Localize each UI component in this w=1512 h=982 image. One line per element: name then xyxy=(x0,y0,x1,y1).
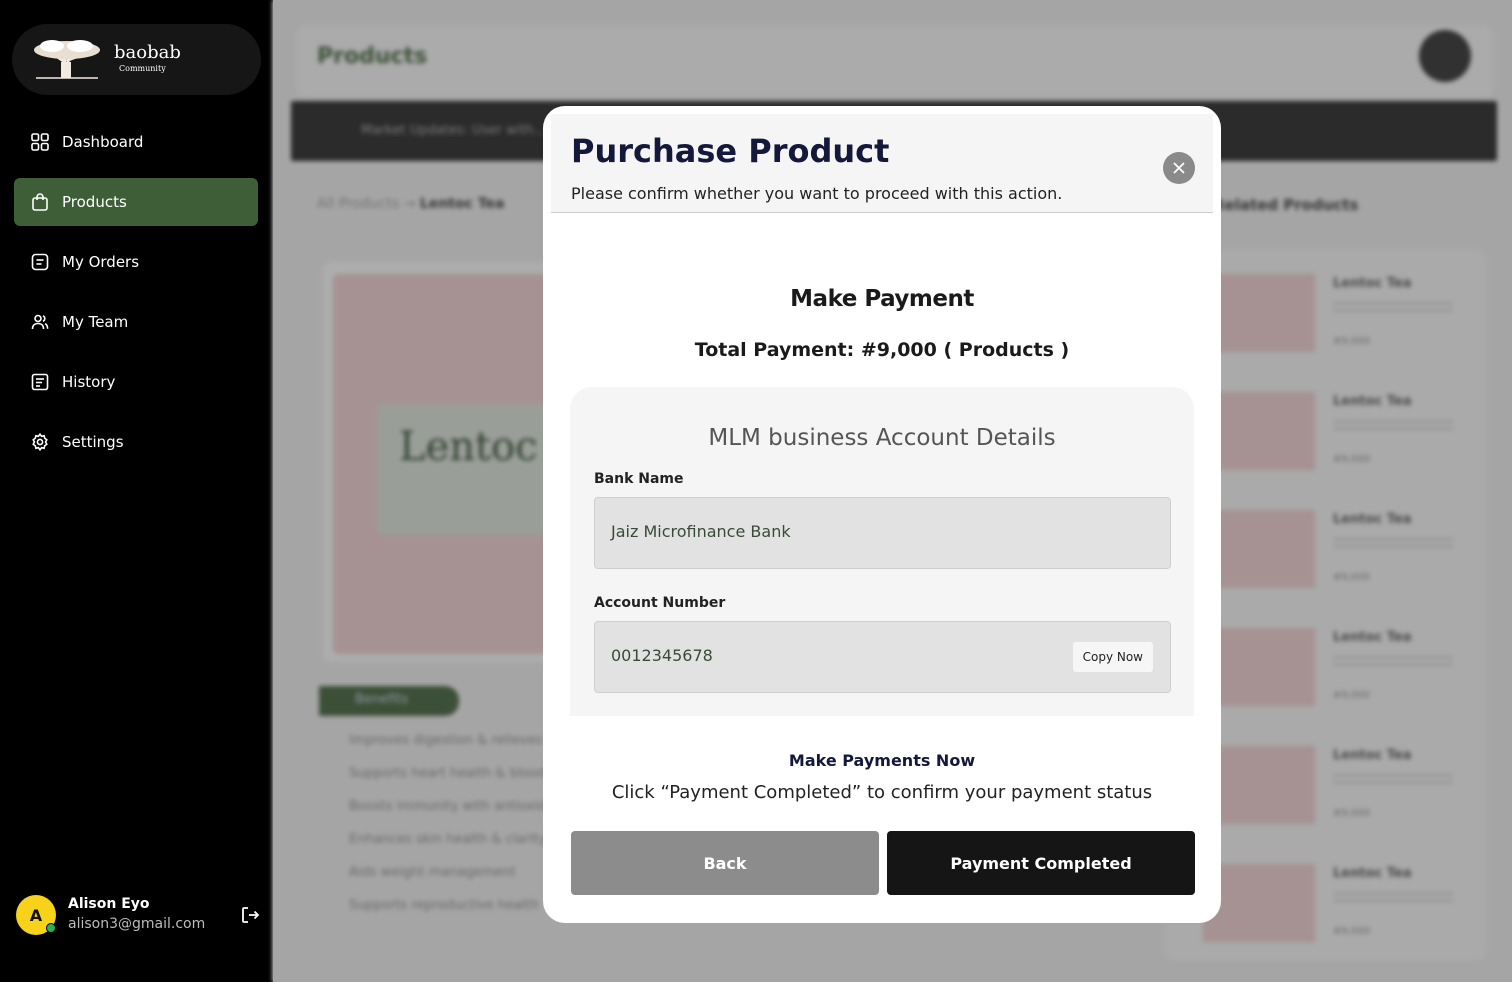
orders-icon xyxy=(30,252,50,272)
bank-name-label: Bank Name xyxy=(594,471,684,487)
sidebar-item-my-orders[interactable]: My Orders xyxy=(14,238,258,286)
account-details-title: MLM business Account Details xyxy=(708,425,1056,451)
payment-instructions: Click “Payment Completed” to confirm you… xyxy=(611,782,1153,803)
make-payments-now-label: Make Payments Now xyxy=(788,751,976,770)
close-button[interactable] xyxy=(1163,152,1195,184)
logout-icon[interactable] xyxy=(240,905,260,929)
sidebar-item-products[interactable]: Products xyxy=(14,178,258,226)
sidebar-item-settings[interactable]: Settings xyxy=(14,418,258,466)
baobab-tree-icon xyxy=(34,40,100,79)
account-number-label: Account Number xyxy=(594,595,726,611)
back-button[interactable]: Back xyxy=(571,831,879,895)
gear-icon xyxy=(30,432,50,452)
history-icon xyxy=(30,372,50,392)
sidebar-item-label: My Team xyxy=(62,313,129,331)
copy-now-button[interactable]: Copy Now xyxy=(1072,642,1153,672)
total-payment: Total Payment: #9,000 ( Products ) xyxy=(694,339,1070,361)
sidebar-item-my-team[interactable]: My Team xyxy=(14,298,258,346)
team-icon xyxy=(30,312,50,332)
grid-icon xyxy=(30,132,50,152)
user-name: Alison Eyo xyxy=(68,896,150,912)
purchase-modal: Purchase Product Please confirm whether … xyxy=(543,106,1221,923)
sidebar-item-label: Products xyxy=(62,193,127,211)
bank-name-field[interactable]: Jaiz Microfinance Bank xyxy=(594,497,1171,569)
account-number-value: 0012345678 xyxy=(611,646,713,665)
sidebar-item-history[interactable]: History xyxy=(14,358,258,406)
bag-icon xyxy=(30,192,50,212)
brand-logo[interactable]: baobab Community xyxy=(12,24,261,95)
account-details-panel: MLM business Account Details Bank Name J… xyxy=(570,387,1194,716)
sidebar-item-label: Dashboard xyxy=(62,133,144,151)
sidebar-item-label: Settings xyxy=(62,433,124,451)
user-profile[interactable]: A Alison Eyo alison3@gmail.com xyxy=(16,895,266,937)
modal-title: Purchase Product xyxy=(571,132,890,170)
sidebar-item-label: My Orders xyxy=(62,253,140,271)
payment-completed-button[interactable]: Payment Completed xyxy=(887,831,1195,895)
brand-name: baobab xyxy=(114,42,181,63)
sidebar-item-label: History xyxy=(62,373,116,391)
online-status-dot xyxy=(46,923,56,933)
brand-tagline: Community xyxy=(119,64,166,73)
sidebar-item-dashboard[interactable]: Dashboard xyxy=(14,118,258,166)
modal-header: Purchase Product Please confirm whether … xyxy=(551,114,1213,213)
sidebar: baobab Community Dashboard Products My O… xyxy=(0,0,273,982)
make-payment-heading: Make Payment xyxy=(790,286,974,312)
user-email: alison3@gmail.com xyxy=(68,916,206,932)
close-icon xyxy=(1173,162,1185,174)
account-number-field[interactable]: 0012345678 Copy Now xyxy=(594,621,1171,693)
modal-subtitle: Please confirm whether you want to proce… xyxy=(571,184,1063,203)
